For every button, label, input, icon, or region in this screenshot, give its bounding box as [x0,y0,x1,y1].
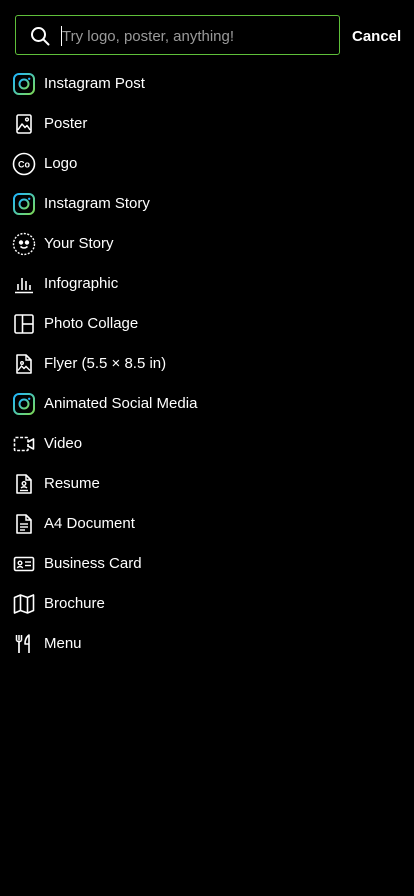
list-item-instagram-post[interactable]: Instagram Post [0,64,414,104]
item-label: Poster [44,115,88,132]
item-label: A4 Document [44,515,135,532]
item-label: Resume [44,475,100,492]
poster-icon [12,112,36,136]
item-label: Photo Collage [44,315,139,332]
resume-icon [12,472,36,496]
list-item-resume[interactable]: Resume [0,464,414,504]
item-label: Animated Social Media [44,395,198,412]
item-label: Infographic [44,275,119,292]
logo-icon: Co [12,152,36,176]
list-item-poster[interactable]: Poster [0,104,414,144]
list-item-logo[interactable]: Co Logo [0,144,414,184]
list-item-flyer[interactable]: Flyer (5.5 × 8.5 in) [0,344,414,384]
business-card-icon [12,552,36,576]
item-label: Instagram Story [44,195,150,212]
item-label: Flyer (5.5 × 8.5 in) [44,355,167,372]
brochure-icon [12,592,36,616]
list-item-brochure[interactable]: Brochure [0,584,414,624]
list-item-animated-social-media[interactable]: Animated Social Media [0,384,414,424]
instagram-post-icon [12,72,36,96]
item-label: Menu [44,635,82,652]
search-icon [30,26,50,46]
list-item-infographic[interactable]: Infographic [0,264,414,304]
instagram-story-icon [12,192,36,216]
item-label: Video [44,435,83,452]
list-item-instagram-story[interactable]: Instagram Story [0,184,414,224]
animated-social-media-icon [12,392,36,416]
photo-collage-icon [12,312,36,336]
item-label: Instagram Post [44,75,145,92]
video-icon [12,432,36,456]
list-item-a4-document[interactable]: A4 Document [0,504,414,544]
list-item-video[interactable]: Video [0,424,414,464]
menu-icon [12,632,36,656]
search-bar: Cancel [0,0,414,72]
cancel-button[interactable]: Cancel [352,24,401,48]
infographic-icon [12,272,36,296]
flyer-icon [12,352,36,376]
list-item-menu[interactable]: Menu [0,624,414,664]
your-story-icon [12,232,36,256]
list-item-business-card[interactable]: Business Card [0,544,414,584]
search-box[interactable] [15,15,340,55]
svg-text:Co: Co [18,159,30,169]
item-label: Business Card [44,555,142,572]
document-icon [12,512,36,536]
design-type-list: Instagram Post Poster Co Logo Instagram … [0,64,414,664]
item-label: Logo [44,155,78,172]
list-item-photo-collage[interactable]: Photo Collage [0,304,414,344]
item-label: Brochure [44,595,105,612]
item-label: Your Story [44,235,114,252]
list-item-your-story[interactable]: Your Story [0,224,414,264]
search-input[interactable] [62,25,322,47]
